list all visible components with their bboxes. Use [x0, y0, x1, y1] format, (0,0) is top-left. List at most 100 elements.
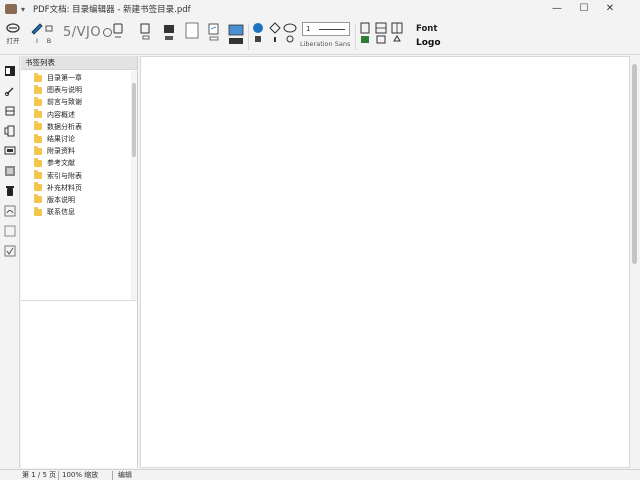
- bookmark-tree: 目录第一章 图表与说明 前言与致谢 内容概述 数据分析表 结果讨论 附录资料 参…: [21, 72, 132, 218]
- folder-icon: [34, 109, 42, 119]
- status-mode: 编辑: [118, 471, 132, 479]
- layers-button[interactable]: [3, 104, 17, 118]
- title-dropdown-icon[interactable]: ▾: [21, 5, 25, 14]
- tree-item-label: 补充材料页: [47, 183, 82, 192]
- folder-icon: [34, 170, 42, 180]
- folder-icon: [34, 84, 42, 94]
- trash-button[interactable]: [3, 184, 17, 198]
- display-tool-button[interactable]: [228, 21, 244, 53]
- folder-icon: [34, 121, 42, 131]
- ribbon-separator: [355, 24, 356, 50]
- bold-button[interactable]: B: [44, 21, 54, 53]
- comments-button[interactable]: [3, 144, 17, 158]
- italic-button[interactable]: I: [29, 21, 45, 53]
- eye-tool-button[interactable]: [283, 21, 297, 53]
- app-icon[interactable]: [5, 4, 17, 14]
- document-icon: [360, 22, 370, 43]
- blank-tool-button[interactable]: [3, 224, 17, 238]
- tree-item[interactable]: 补充材料页: [21, 182, 132, 194]
- tree-item-label: 附录资料: [47, 147, 75, 156]
- font-size-value: 1: [306, 25, 311, 33]
- info-button[interactable]: [252, 21, 264, 53]
- tree-item[interactable]: 结果讨论: [21, 133, 132, 145]
- bookmarks-scroll-thumb[interactable]: [132, 83, 136, 157]
- title-bar: ▾ PDF文档: 目录编辑器 - 新建书签目录.pdf — ☐ ✕: [0, 0, 640, 18]
- folder-icon: [34, 194, 42, 204]
- stamp-button[interactable]: [3, 164, 17, 178]
- folder-icon: [34, 182, 42, 192]
- stamp-icon: [5, 166, 15, 176]
- tree-item[interactable]: 前言与致谢: [21, 96, 132, 108]
- font-name-label[interactable]: Liberation Sans: [300, 40, 350, 48]
- layers-icon: [5, 106, 15, 116]
- document-canvas[interactable]: [140, 56, 630, 468]
- page-icon: [208, 23, 219, 41]
- open-button[interactable]: 打开: [5, 21, 21, 53]
- logo-block[interactable]: Font Logo: [416, 24, 441, 50]
- status-page[interactable]: 第 1 / 5 页: [22, 470, 56, 480]
- trash-icon: [6, 186, 14, 196]
- sidebar-divider[interactable]: [21, 300, 138, 301]
- page-indicator-text: 5/VJO: [63, 25, 102, 40]
- pages-button[interactable]: [3, 124, 17, 138]
- minimize-button[interactable]: —: [550, 2, 564, 16]
- tree-item[interactable]: 版本说明: [21, 194, 132, 206]
- page-tool-button[interactable]: [207, 21, 221, 53]
- bookmarks-panel-button[interactable]: [3, 64, 17, 78]
- document-button[interactable]: [359, 21, 371, 53]
- blank-page-button[interactable]: [185, 21, 199, 53]
- paperclip-icon: [4, 87, 14, 97]
- edit-icon: [113, 23, 123, 38]
- left-toolbar: [0, 56, 20, 468]
- calculator-button[interactable]: [391, 21, 403, 53]
- close-button[interactable]: ✕: [603, 2, 617, 16]
- document-scrollbar[interactable]: [630, 56, 640, 468]
- check-button[interactable]: [3, 244, 17, 258]
- table-button[interactable]: [375, 21, 387, 53]
- bookmarks-panel-header: 书签列表: [21, 56, 137, 70]
- tree-item[interactable]: 内容概述: [21, 109, 132, 121]
- tree-item-label: 前言与致谢: [47, 98, 82, 107]
- maximize-button[interactable]: ☐: [577, 2, 591, 16]
- open-label: 打开: [6, 37, 20, 45]
- tree-item[interactable]: 索引与附表: [21, 170, 132, 182]
- folder-icon: [34, 96, 42, 106]
- folder-icon: [34, 133, 42, 143]
- font-size-field[interactable]: 1: [302, 22, 350, 36]
- tree-item[interactable]: 参考文献: [21, 157, 132, 169]
- tree-item-label: 数据分析表: [47, 122, 82, 131]
- insert-icon: [140, 23, 150, 40]
- logo-label: Logo: [416, 38, 441, 48]
- pen-icon: [31, 23, 43, 35]
- italic-label: I: [36, 37, 38, 45]
- folder-icon: [34, 206, 42, 216]
- tree-item-label: 参考文献: [47, 159, 75, 168]
- info-icon: [253, 23, 263, 42]
- tree-item[interactable]: 附录资料: [21, 145, 132, 157]
- tree-item-label: 索引与附表: [47, 171, 82, 180]
- tree-item[interactable]: 图表与说明: [21, 84, 132, 96]
- tree-item-label: 联系信息: [47, 208, 75, 217]
- calculator-icon: [391, 22, 403, 42]
- signature-button[interactable]: [3, 204, 17, 218]
- image-tool-button[interactable]: [162, 21, 176, 53]
- document-scroll-thumb[interactable]: [632, 64, 637, 264]
- bold-label: B: [46, 37, 52, 45]
- status-zoom[interactable]: 100% 缩放: [62, 470, 98, 480]
- tag-tool-button[interactable]: [268, 21, 282, 53]
- page-indicator[interactable]: 5/VJO: [63, 25, 113, 40]
- small-square-icon: [45, 25, 53, 32]
- tree-item[interactable]: 联系信息: [21, 206, 132, 218]
- signature-icon: [4, 205, 16, 217]
- bookmarks-scrollbar[interactable]: [131, 71, 137, 300]
- checkbox-icon: [4, 245, 16, 257]
- ribbon-toolbar: 打开 I B 5/VJO 1 Liberation Sans Font Logo: [0, 18, 640, 55]
- folder-icon: [34, 72, 42, 82]
- attach-button[interactable]: [3, 84, 17, 98]
- square-icon: [4, 225, 16, 237]
- tree-item-label: 图表与说明: [47, 86, 82, 95]
- edit-tool-button[interactable]: [111, 21, 125, 53]
- tree-item[interactable]: 数据分析表: [21, 121, 132, 133]
- tree-item[interactable]: 目录第一章: [21, 72, 132, 84]
- insert-tool-button[interactable]: [139, 21, 153, 53]
